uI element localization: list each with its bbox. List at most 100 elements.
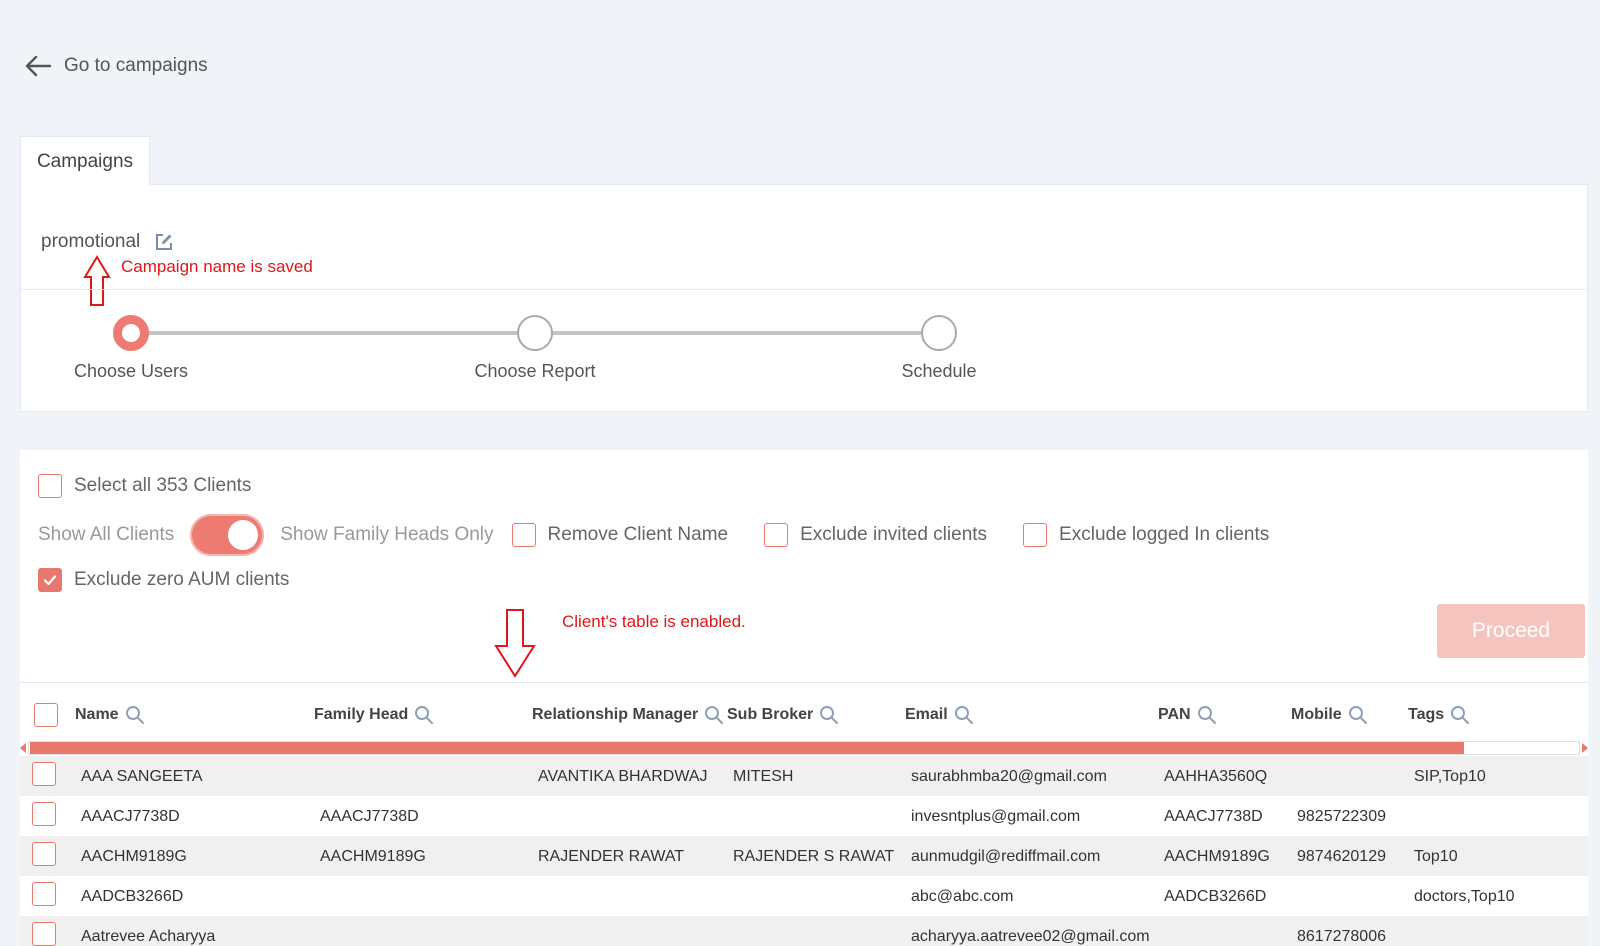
- step-schedule-label: Schedule: [901, 361, 977, 381]
- step-choose-users-label: Choose Users: [73, 361, 189, 381]
- table-row[interactable]: Aatrevee Acharyya acharyya.aatrevee02@gm…: [20, 916, 1588, 946]
- row-checkbox[interactable]: [32, 762, 56, 786]
- cell-name: AADCB3266D: [81, 888, 184, 905]
- cell-tags: doctors,Top10: [1414, 888, 1515, 905]
- campaign-panel: promotional Campaign name is saved Choos…: [20, 184, 1588, 412]
- select-all-checkbox[interactable]: [38, 474, 62, 498]
- cell-pan: AAHHA3560Q: [1164, 768, 1268, 785]
- cell-pan: AAACJ7738D: [1164, 808, 1263, 825]
- cell-sub-broker: MITESH: [733, 768, 794, 785]
- exclude-invited-checkbox[interactable]: [764, 523, 789, 547]
- search-icon[interactable]: [1450, 705, 1470, 725]
- cell-name: AACHM9189G: [81, 848, 187, 865]
- panel-divider: [21, 289, 1587, 290]
- exclude-zero-aum-checkbox[interactable]: [38, 568, 62, 592]
- exclude-zero-aum-row: Exclude zero AUM clients: [38, 568, 289, 592]
- edit-icon[interactable]: [154, 232, 174, 252]
- search-icon[interactable]: [704, 705, 724, 725]
- column-label: Relationship Manager: [532, 706, 699, 723]
- row-checkbox[interactable]: [32, 802, 56, 826]
- family-heads-toggle[interactable]: [190, 514, 265, 556]
- go-to-campaigns-link[interactable]: Go to campaigns: [24, 54, 208, 78]
- row-checkbox[interactable]: [32, 922, 56, 946]
- stepper-line: [531, 331, 931, 335]
- row-checkbox[interactable]: [32, 882, 56, 906]
- remove-client-name-checkbox[interactable]: [511, 523, 536, 547]
- column-label: Sub Broker: [727, 706, 814, 723]
- cell-name: Aatrevee Acharyya: [81, 928, 216, 945]
- cell-email: invesntplus@gmail.com: [911, 808, 1081, 825]
- cell-family-head: AACHM9189G: [320, 848, 426, 865]
- cell-email: aunmudgil@rediffmail.com: [911, 848, 1101, 865]
- table-annotation: Client's table is enabled.: [562, 612, 746, 631]
- header-select-checkbox[interactable]: [34, 703, 58, 727]
- column-header-family-head: Family Head: [314, 705, 434, 725]
- toggle-right-label: Show Family Heads Only: [280, 524, 494, 545]
- exclude-invited-label: Exclude invited clients: [800, 524, 988, 545]
- toggle-knob: [228, 520, 259, 550]
- annotation-arrow-down: [494, 609, 536, 678]
- search-icon[interactable]: [819, 705, 839, 725]
- cell-family-head: AAACJ7738D: [320, 808, 419, 825]
- column-header-mobile: Mobile: [1291, 705, 1368, 725]
- table-row[interactable]: AAA SANGEETA AVANTIKA BHARDWAJ MITESH sa…: [20, 756, 1588, 796]
- tab-campaigns-label: Campaigns: [36, 150, 134, 172]
- table-row[interactable]: AAACJ7738D AAACJ7738D invesntplus@gmail.…: [20, 796, 1588, 836]
- row-checkbox[interactable]: [32, 842, 56, 866]
- horizontal-scrollbar[interactable]: [20, 740, 1588, 756]
- column-label: Family Head: [314, 706, 409, 723]
- column-label: Mobile: [1291, 706, 1342, 723]
- filters-row: Show All Clients Show Family Heads Only …: [38, 514, 1269, 556]
- select-all-row: Select all 353 Clients: [38, 474, 251, 498]
- search-icon[interactable]: [954, 705, 974, 725]
- column-header-name: Name: [75, 705, 145, 725]
- cell-name: AAACJ7738D: [81, 808, 180, 825]
- step-choose-report-dot[interactable]: [517, 315, 553, 351]
- search-icon[interactable]: [414, 705, 434, 725]
- table-row[interactable]: AACHM9189G AACHM9189G RAJENDER RAWAT RAJ…: [20, 836, 1588, 876]
- cell-pan: AACHM9189G: [1164, 848, 1270, 865]
- column-label: Tags: [1408, 706, 1445, 723]
- scroll-left-icon[interactable]: [20, 743, 26, 753]
- go-to-campaigns-label: Go to campaigns: [64, 55, 208, 76]
- search-icon[interactable]: [125, 705, 145, 725]
- cell-mobile: 9825722309: [1297, 808, 1386, 825]
- column-header-sub-broker: Sub Broker: [727, 705, 839, 725]
- cell-tags: Top10: [1414, 848, 1458, 865]
- stepper-line: [131, 331, 531, 335]
- cell-email: abc@abc.com: [911, 888, 1014, 905]
- search-icon[interactable]: [1197, 705, 1217, 725]
- cell-tags: SIP,Top10: [1414, 768, 1486, 785]
- column-label: Email: [905, 706, 948, 723]
- cell-email: saurabhmba20@gmail.com: [911, 768, 1107, 785]
- column-header-relationship-manager: Relationship Manager: [532, 705, 724, 725]
- column-header-tags: Tags: [1408, 705, 1470, 725]
- table-header: Name Family Head Relationship Manager Su…: [20, 682, 1588, 740]
- cell-email: acharyya.aatrevee02@gmail.com: [911, 928, 1150, 945]
- step-choose-report-label: Choose Report: [474, 361, 596, 381]
- annotation-arrow-up: [83, 255, 111, 306]
- exclude-zero-aum-label: Exclude zero AUM clients: [74, 569, 290, 590]
- toggle-left-label: Show All Clients: [38, 524, 175, 545]
- column-label: Name: [75, 706, 119, 723]
- checkmark-icon: [43, 575, 57, 586]
- campaign-name-row: promotional: [41, 231, 174, 253]
- exclude-logged-checkbox[interactable]: [1023, 523, 1048, 547]
- scrollbar-thumb[interactable]: [30, 742, 1464, 754]
- step-choose-users-dot[interactable]: [113, 315, 149, 351]
- cell-relationship-manager: AVANTIKA BHARDWAJ: [538, 768, 708, 785]
- column-header-email: Email: [905, 705, 974, 725]
- exclude-logged-label: Exclude logged In clients: [1059, 524, 1270, 545]
- column-label: PAN: [1158, 706, 1191, 723]
- cell-relationship-manager: RAJENDER RAWAT: [538, 848, 685, 865]
- column-header-pan: PAN: [1158, 705, 1217, 725]
- table-row[interactable]: AADCB3266D abc@abc.com AADCB3266D doctor…: [20, 876, 1588, 916]
- cell-mobile: 9874620129: [1297, 848, 1386, 865]
- campaign-name: promotional: [41, 231, 141, 252]
- proceed-button[interactable]: Proceed: [1437, 604, 1585, 658]
- tab-campaigns[interactable]: Campaigns: [20, 136, 150, 186]
- step-schedule-dot[interactable]: [921, 315, 957, 351]
- arrow-left-icon: [25, 55, 52, 77]
- search-icon[interactable]: [1348, 705, 1368, 725]
- scroll-right-icon[interactable]: [1582, 743, 1588, 753]
